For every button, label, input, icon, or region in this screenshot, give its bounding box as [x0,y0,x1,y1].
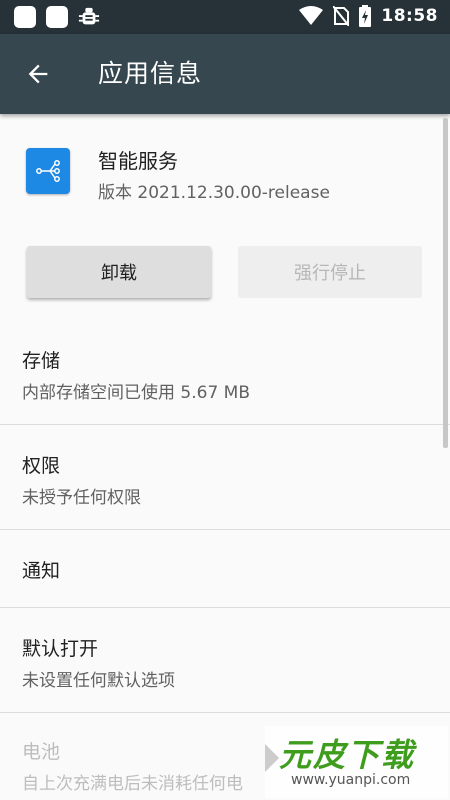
app-name: 智能服务 [98,149,178,173]
battery-charging-icon [359,5,372,27]
notification-icons [14,6,100,28]
scrollbar[interactable] [443,118,448,448]
notifications-item[interactable]: 通知 [0,530,450,607]
force-stop-button[interactable]: 强行停止 [238,246,422,298]
open-by-default-item[interactable]: 默认打开 未设置任何默认选项 [0,608,450,712]
permissions-subtitle: 未授予任何权限 [22,488,141,508]
notification-square-icon [46,6,68,28]
share-nodes-icon [36,160,60,182]
uninstall-button[interactable]: 卸载 [27,246,211,298]
app-icon [26,148,70,194]
app-bar: 应用信息 [0,34,450,114]
system-icons: 18:58 [299,5,438,27]
watermark-url: www.yuanpi.com [291,772,411,788]
clock: 18:58 [381,6,438,26]
open-by-default-title: 默认打开 [22,638,99,660]
open-by-default-subtitle: 未设置任何默认选项 [22,671,175,691]
app-version: 版本 2021.12.30.00-release [98,183,330,203]
page-title: 应用信息 [98,59,203,88]
permissions-title: 权限 [22,455,61,477]
permissions-item[interactable]: 权限 未授予任何权限 [0,425,450,529]
notification-square-icon [14,6,36,28]
battery-title: 电池 [22,741,61,763]
watermark: 元皮下载 www.yuanpi.com [265,726,448,798]
battery-subtitle: 自上次充满电后未消耗任何电 [22,774,243,794]
storage-subtitle: 内部存储空间已使用 5.67 MB [22,383,250,403]
arrow-back-icon[interactable] [24,60,52,88]
notifications-title: 通知 [22,560,61,582]
wifi-icon [299,6,324,25]
play-icon [265,744,279,772]
no-sim-icon [333,6,350,26]
bug-icon [78,7,100,25]
watermark-logo: 元皮下载 [279,736,416,774]
storage-title: 存储 [22,350,61,372]
status-bar: 18:58 [0,0,450,34]
storage-item[interactable]: 存储 内部存储空间已使用 5.67 MB [0,330,450,424]
